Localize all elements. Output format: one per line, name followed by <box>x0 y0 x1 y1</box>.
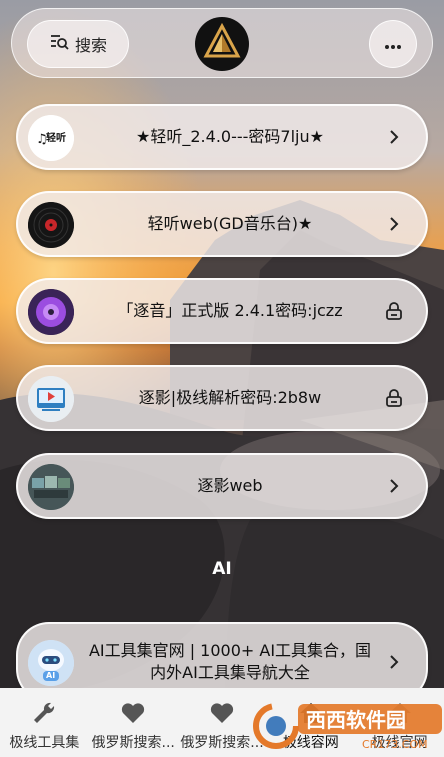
card-title: ★轻听_2.4.0---密码7lju★ <box>136 127 324 146</box>
card-title: AI工具集官网 | 1000+ AI工具集合，国内外AI工具集导航大全 <box>88 641 372 682</box>
nav-item-official[interactable]: 极线官网 <box>355 688 444 757</box>
search-label: 搜索 <box>74 36 107 55</box>
nav-label: 俄罗斯搜索... <box>91 735 175 751</box>
more-button[interactable] <box>369 20 417 68</box>
heart-icon <box>120 700 146 726</box>
lock-icon <box>382 299 406 323</box>
app-logo[interactable] <box>195 17 249 71</box>
more-dots-icon <box>384 35 402 54</box>
triangle-logo-icon <box>202 22 242 66</box>
search-list-icon <box>49 33 69 55</box>
card-qingting-web[interactable]: 轻听web(GD音乐台)★ <box>16 191 428 257</box>
chevron-right-icon <box>382 650 406 674</box>
robot-avatar-icon: AI <box>28 640 74 686</box>
nav-item-search-2[interactable]: 俄罗斯搜索... <box>178 688 267 757</box>
vinyl-record-icon <box>28 202 74 248</box>
search-button[interactable]: 搜索 <box>27 20 129 68</box>
card-qingting[interactable]: ♫ 轻听 ★轻听_2.4.0---密码7lju★ <box>16 104 428 170</box>
card-title: 逐影web <box>197 476 263 495</box>
chevron-right-icon <box>382 125 406 149</box>
thumb-label: AI <box>46 671 56 680</box>
bottom-navigation: 极线工具集 俄罗斯搜索... 俄罗斯搜索... 极线容网 极线官网 <box>0 688 444 757</box>
nav-label: 极线工具集 <box>9 735 80 751</box>
chevron-right-icon <box>382 474 406 498</box>
nav-item-home[interactable]: 极线容网 <box>266 688 355 757</box>
chevron-right-icon <box>382 212 406 236</box>
card-title: 逐影|极线解析密码:2b8w <box>138 388 322 407</box>
wrench-icon <box>31 700 57 726</box>
video-player-icon <box>28 376 74 422</box>
card-zhuying-web[interactable]: 逐影web <box>16 453 428 519</box>
section-title-ai: AI <box>212 559 232 579</box>
heart-icon <box>209 700 235 726</box>
nav-label: 俄罗斯搜索... <box>180 735 264 751</box>
lock-icon <box>382 386 406 410</box>
card-zhuying[interactable]: 逐影|极线解析密码:2b8w <box>16 365 428 431</box>
collage-thumbnail <box>28 464 74 510</box>
home-icon <box>387 700 413 726</box>
nav-item-search-1[interactable]: 俄罗斯搜索... <box>89 688 178 757</box>
card-title: 轻听web(GD音乐台)★ <box>147 214 313 233</box>
home-icon <box>298 700 324 726</box>
nav-label: 极线容网 <box>282 735 339 751</box>
nav-item-tools[interactable]: 极线工具集 <box>0 688 89 757</box>
top-bar: 搜索 <box>11 8 433 78</box>
card-title: 「逐音」正式版 2.4.1密码:jczz <box>117 301 343 320</box>
card-thumbnail: ♫ 轻听 <box>28 115 74 161</box>
nav-label: 极线官网 <box>371 735 428 751</box>
disc-icon <box>28 289 74 335</box>
card-zhuyin[interactable]: 「逐音」正式版 2.4.1密码:jczz <box>16 278 428 344</box>
thumb-label: 轻听 <box>46 133 66 144</box>
